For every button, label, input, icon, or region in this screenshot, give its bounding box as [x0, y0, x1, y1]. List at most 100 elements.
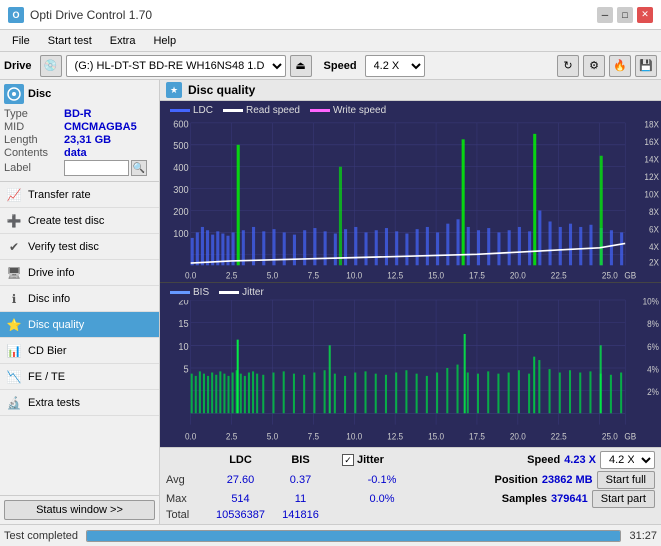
nav-fe-te[interactable]: 📉 FE / TE — [0, 364, 159, 390]
bottom-legend: BIS Jitter — [164, 285, 270, 300]
svg-text:2%: 2% — [647, 386, 659, 396]
chart-header: ★ Disc quality — [160, 80, 661, 101]
nav-drive-info[interactable]: 🖥 Drive info — [0, 260, 159, 286]
status-bar: Test completed 31:27 — [0, 524, 661, 546]
top-chart-svg: 600 500 400 300 200 100 0.0 2.5 5.0 7.5 … — [160, 101, 661, 282]
svg-text:18X: 18X — [644, 119, 659, 129]
svg-text:4X: 4X — [649, 242, 659, 252]
drive-select[interactable]: (G:) HL-DT-ST BD-RE WH16NS48 1.D3 — [66, 55, 286, 77]
stats-panel: LDC BIS ✓ Jitter Speed 4.23 X 4.2 X — [160, 447, 661, 524]
start-part-button[interactable]: Start part — [592, 490, 655, 508]
samples-value: 379641 — [551, 493, 588, 505]
progress-bar — [86, 530, 621, 542]
chart-title: Disc quality — [188, 83, 255, 97]
svg-text:7.5: 7.5 — [308, 270, 320, 280]
drive-label: Drive — [4, 60, 32, 72]
total-bis: 141816 — [273, 509, 328, 521]
read-speed-legend: Read speed — [223, 105, 300, 116]
menu-extra[interactable]: Extra — [102, 33, 144, 49]
menu-bar: File Start test Extra Help — [0, 30, 661, 52]
svg-text:400: 400 — [173, 163, 188, 174]
bis-header: BIS — [273, 454, 328, 466]
svg-text:20.0: 20.0 — [510, 270, 526, 280]
svg-text:GB: GB — [624, 270, 636, 280]
menu-help[interactable]: Help — [145, 33, 184, 49]
status-window-button[interactable]: Status window >> — [4, 500, 155, 520]
app-window: O Opti Drive Control 1.70 ─ □ ✕ File Sta… — [0, 0, 661, 546]
left-panel: Disc Type BD-R MID CMCMAGBA5 Length 23,3… — [0, 80, 160, 524]
svg-text:2.5: 2.5 — [226, 270, 238, 280]
disc-label-input[interactable] — [64, 160, 129, 176]
disc-type-label: Type — [4, 108, 64, 120]
save-button[interactable]: 💾 — [635, 55, 657, 77]
position-label: Position — [494, 474, 537, 486]
nav-transfer-rate[interactable]: 📈 Transfer rate — [0, 182, 159, 208]
nav-extra-tests[interactable]: 🔬 Extra tests — [0, 390, 159, 416]
svg-text:22.5: 22.5 — [551, 431, 567, 441]
top-legend: LDC Read speed Write speed — [164, 103, 392, 118]
svg-text:12.5: 12.5 — [387, 431, 403, 441]
bottom-section: Status window >> — [0, 495, 159, 524]
nav-cd-bier-label: CD Bier — [28, 345, 67, 357]
nav-verify-test[interactable]: ✔ Verify test disc — [0, 234, 159, 260]
close-button[interactable]: ✕ — [637, 7, 653, 23]
drive-info-icon: 🖥 — [6, 265, 22, 281]
max-jitter: 0.0% — [342, 493, 422, 505]
svg-text:10X: 10X — [644, 189, 659, 199]
menu-start-test[interactable]: Start test — [40, 33, 100, 49]
svg-text:7.5: 7.5 — [308, 431, 320, 441]
speed-select-toolbar[interactable]: 4.2 X — [365, 55, 425, 77]
speed-label: Speed — [324, 60, 357, 72]
disc-section: Disc Type BD-R MID CMCMAGBA5 Length 23,3… — [0, 80, 159, 182]
disc-mid-value: CMCMAGBA5 — [64, 121, 137, 133]
ldc-header: LDC — [208, 454, 273, 466]
fe-te-icon: 📉 — [6, 369, 22, 385]
jitter-checkbox[interactable]: ✓ — [342, 454, 354, 466]
disc-section-icon — [4, 84, 24, 104]
top-chart: LDC Read speed Write speed — [160, 101, 661, 283]
avg-ldc: 27.60 — [208, 474, 273, 486]
svg-text:200: 200 — [173, 207, 188, 218]
svg-text:0.0: 0.0 — [185, 270, 197, 280]
nav-cd-bier[interactable]: 📊 CD Bier — [0, 338, 159, 364]
disc-quality-icon: ⭐ — [6, 317, 22, 333]
refresh-button[interactable]: ↻ — [557, 55, 579, 77]
write-speed-legend: Write speed — [310, 105, 386, 116]
svg-text:15.0: 15.0 — [428, 270, 444, 280]
nav-create-test[interactable]: ➕ Create test disc — [0, 208, 159, 234]
svg-text:10: 10 — [178, 341, 189, 353]
right-panel: ★ Disc quality LDC Read speed — [160, 80, 661, 524]
maximize-button[interactable]: □ — [617, 7, 633, 23]
burn-button[interactable]: 🔥 — [609, 55, 631, 77]
drive-icon: 💿 — [40, 55, 62, 77]
disc-section-title: Disc — [28, 88, 51, 100]
jitter-header: Jitter — [357, 454, 384, 466]
max-ldc: 514 — [208, 493, 273, 505]
disc-label-button[interactable]: 🔍 — [131, 160, 147, 176]
eject-button[interactable]: ⏏ — [290, 55, 312, 77]
minimize-button[interactable]: ─ — [597, 7, 613, 23]
menu-file[interactable]: File — [4, 33, 38, 49]
settings-button[interactable]: ⚙ — [583, 55, 605, 77]
svg-text:22.5: 22.5 — [551, 270, 567, 280]
nav-disc-info-label: Disc info — [28, 293, 70, 305]
nav-disc-quality[interactable]: ⭐ Disc quality — [0, 312, 159, 338]
svg-text:4%: 4% — [647, 364, 659, 374]
svg-text:8X: 8X — [649, 207, 659, 217]
svg-text:10.0: 10.0 — [346, 270, 362, 280]
disc-type-value: BD-R — [64, 108, 92, 120]
ldc-legend: LDC — [170, 105, 213, 116]
max-bis: 11 — [273, 493, 328, 505]
speed-stat-select[interactable]: 4.2 X — [600, 451, 655, 469]
jitter-checkbox-container: ✓ Jitter — [342, 454, 384, 466]
nav-disc-quality-label: Disc quality — [28, 319, 84, 331]
svg-text:6%: 6% — [647, 341, 659, 351]
nav-disc-info[interactable]: ℹ Disc info — [0, 286, 159, 312]
svg-text:GB: GB — [624, 431, 636, 441]
svg-text:300: 300 — [173, 185, 188, 196]
start-full-button[interactable]: Start full — [597, 471, 655, 489]
svg-text:0.0: 0.0 — [185, 431, 197, 441]
avg-bis: 0.37 — [273, 474, 328, 486]
total-label: Total — [166, 509, 208, 521]
svg-text:8%: 8% — [647, 319, 659, 329]
